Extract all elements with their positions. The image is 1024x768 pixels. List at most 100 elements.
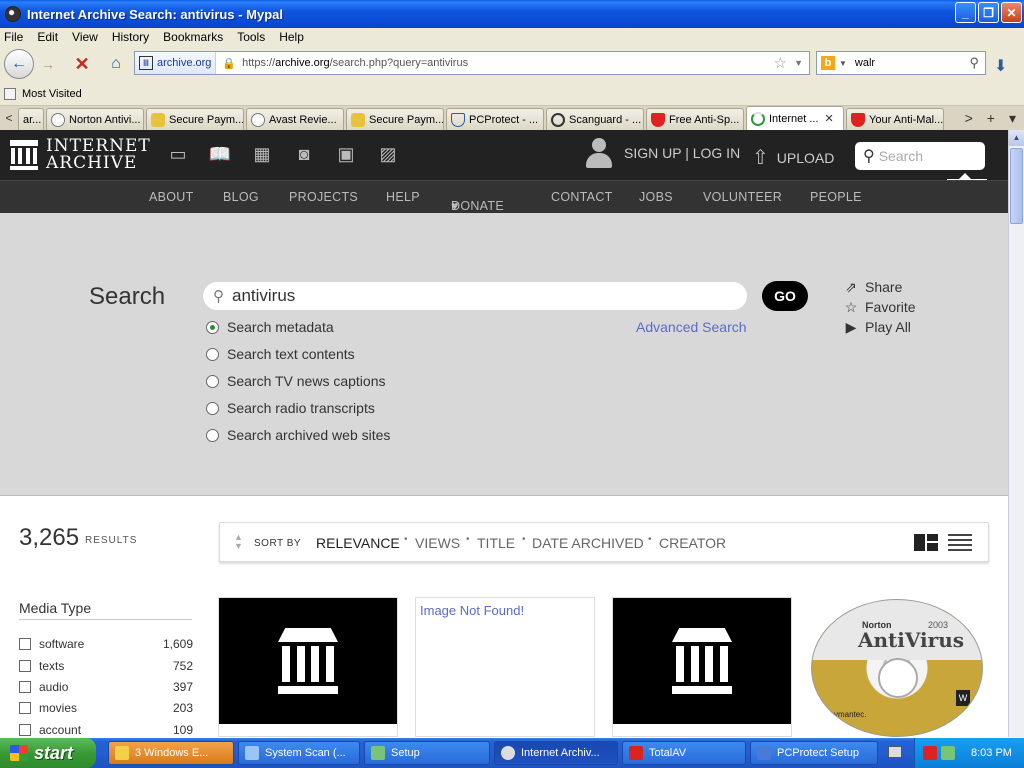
- result-card[interactable]: Norton 2003 AntiVirus symantec. W: [809, 597, 989, 737]
- ia-search-input[interactable]: ⚲ Search: [855, 142, 985, 170]
- tab-avast[interactable]: Avast Revie...: [246, 108, 344, 130]
- tab-pcprotect[interactable]: PCProtect - ...: [446, 108, 544, 130]
- facet-account[interactable]: account 109: [19, 721, 193, 737]
- menu-help[interactable]: Help: [279, 30, 304, 44]
- start-button[interactable]: start: [0, 738, 96, 768]
- nav-blog[interactable]: BLOG: [223, 190, 259, 204]
- checkbox[interactable]: [19, 702, 31, 714]
- software-floppy-icon[interactable]: ▣: [334, 143, 358, 165]
- task-pcprotect-setup[interactable]: PCProtect Setup: [750, 741, 878, 765]
- nav-contact[interactable]: CONTACT: [551, 190, 613, 204]
- task-windows-explorer[interactable]: 3 Windows E...: [108, 741, 234, 765]
- nav-about[interactable]: ABOUT: [149, 190, 194, 204]
- tab-scanguard[interactable]: Scanguard - ...: [546, 108, 644, 130]
- nav-help[interactable]: HELP: [386, 190, 420, 204]
- task-system-scan[interactable]: System Scan (...: [238, 741, 360, 765]
- menu-file[interactable]: File: [4, 30, 23, 44]
- home-button[interactable]: ⌂: [102, 50, 130, 78]
- checkbox[interactable]: [19, 681, 31, 693]
- red-shield-tray-icon[interactable]: [923, 746, 937, 760]
- nav-jobs[interactable]: JOBS: [639, 190, 673, 204]
- audio-speaker-icon[interactable]: ◙: [292, 143, 316, 165]
- option-search-text[interactable]: Search text contents: [206, 346, 355, 362]
- go-button[interactable]: GO: [762, 281, 808, 311]
- back-button[interactable]: ←: [4, 49, 34, 79]
- result-card[interactable]: [218, 597, 398, 737]
- sort-title[interactable]: TITLE: [477, 535, 515, 551]
- nav-people[interactable]: PEOPLE: [810, 190, 862, 204]
- menu-view[interactable]: View: [72, 30, 98, 44]
- nav-volunteer[interactable]: VOLUNTEER: [703, 190, 782, 204]
- task-setup[interactable]: Setup: [364, 741, 490, 765]
- address-bar[interactable]: Ⅲ archive.org 🔒 https://archive.org/sear…: [134, 51, 810, 75]
- result-card[interactable]: Image Not Found!: [415, 597, 595, 737]
- norton-antivirus-cd-image[interactable]: Norton 2003 AntiVirus symantec. W: [811, 599, 983, 737]
- tab-scroll-left-button[interactable]: <: [0, 106, 18, 130]
- bookmark-star-icon[interactable]: ☆: [774, 54, 787, 72]
- tab-secure-payment-2[interactable]: Secure Paym...: [346, 108, 444, 130]
- result-card[interactable]: [612, 597, 792, 737]
- tab-your-anti-malware[interactable]: Your Anti-Mal...: [846, 108, 944, 130]
- list-all-tabs-icon[interactable]: ▾: [1009, 110, 1016, 127]
- bookmark-most-visited[interactable]: Most Visited: [22, 88, 82, 100]
- result-thumbnail[interactable]: [219, 598, 397, 724]
- chevron-right-icon[interactable]: >: [965, 110, 973, 127]
- nav-projects[interactable]: PROJECTS: [289, 190, 358, 204]
- stop-button[interactable]: ✕: [68, 50, 96, 78]
- menu-bookmarks[interactable]: Bookmarks: [163, 30, 223, 44]
- close-button[interactable]: ✕: [1001, 2, 1022, 23]
- radio[interactable]: [206, 428, 219, 442]
- vertical-scrollbar[interactable]: ▲: [1008, 130, 1024, 737]
- search-icon[interactable]: ⚲: [969, 55, 979, 71]
- checkbox[interactable]: [19, 724, 31, 736]
- sort-creator[interactable]: CREATOR: [659, 535, 726, 551]
- facet-software[interactable]: software 1,609: [19, 635, 193, 653]
- share-button[interactable]: ⇗ Share: [843, 277, 916, 297]
- sort-views[interactable]: VIEWS: [415, 535, 460, 551]
- play-all-button[interactable]: ▶ Play All: [843, 317, 916, 337]
- radio[interactable]: [206, 347, 219, 361]
- option-search-metadata[interactable]: Search metadata: [206, 319, 334, 335]
- option-search-tv[interactable]: Search TV news captions: [206, 373, 386, 389]
- browser-search-box[interactable]: b ▼ walr ⚲: [816, 51, 986, 75]
- maximize-button[interactable]: ❐: [978, 2, 999, 23]
- scroll-up-icon[interactable]: ▲: [1009, 130, 1024, 146]
- facet-texts[interactable]: texts 752: [19, 657, 193, 675]
- images-icon[interactable]: ▨: [376, 143, 400, 165]
- tile-view-icon[interactable]: [914, 534, 938, 551]
- search-engine-dropdown-icon[interactable]: ▼: [839, 59, 847, 68]
- url-dropdown-icon[interactable]: ▼: [794, 58, 803, 68]
- tab-0[interactable]: ar...: [18, 108, 44, 130]
- option-search-radio[interactable]: Search radio transcripts: [206, 400, 375, 416]
- checkbox[interactable]: [19, 638, 31, 650]
- facet-audio[interactable]: audio 397: [19, 678, 193, 696]
- checkbox[interactable]: [19, 660, 31, 672]
- download-arrow-icon[interactable]: ⬇: [994, 56, 1007, 76]
- menu-tools[interactable]: Tools: [237, 30, 265, 44]
- new-tab-plus-icon[interactable]: +: [987, 110, 995, 127]
- bing-icon[interactable]: b: [821, 56, 835, 70]
- minimize-button[interactable]: _: [955, 2, 976, 23]
- sort-date-archived[interactable]: DATE ARCHIVED: [532, 535, 644, 551]
- menu-edit[interactable]: Edit: [37, 30, 58, 44]
- video-film-icon[interactable]: ▦: [250, 143, 274, 165]
- menu-history[interactable]: History: [112, 30, 149, 44]
- facet-movies[interactable]: movies 203: [19, 699, 193, 717]
- favorite-button[interactable]: ☆ Favorite: [843, 297, 916, 317]
- tab-norton[interactable]: Norton Antivi...: [46, 108, 144, 130]
- web-icon[interactable]: ▭: [166, 143, 190, 165]
- tab-secure-payment-1[interactable]: Secure Paym...: [146, 108, 244, 130]
- advanced-search-link[interactable]: Advanced Search: [636, 319, 747, 335]
- tab-free-anti-spyware[interactable]: Free Anti-Sp...: [646, 108, 744, 130]
- forward-button[interactable]: →: [34, 50, 62, 78]
- tab-close-icon[interactable]: ✕: [825, 112, 834, 125]
- query-input[interactable]: ⚲ antivirus: [203, 282, 747, 310]
- site-identity-button[interactable]: Ⅲ archive.org: [135, 52, 217, 74]
- network-tray-icon[interactable]: [941, 746, 955, 760]
- sort-relevance[interactable]: RELEVANCE: [316, 535, 400, 551]
- radio[interactable]: [206, 374, 219, 388]
- tab-internet-archive[interactable]: Internet ... ✕: [746, 106, 844, 130]
- texts-book-icon[interactable]: 📖: [208, 143, 232, 165]
- clock-time[interactable]: 8:03 PM: [971, 747, 1012, 759]
- task-totalav[interactable]: TotalAV: [622, 741, 746, 765]
